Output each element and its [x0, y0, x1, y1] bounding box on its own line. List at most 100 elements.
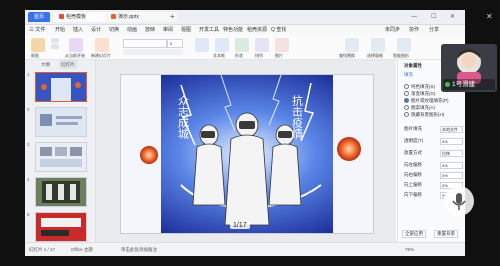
text-box-icon[interactable]: [215, 38, 229, 52]
row-label: 向左偏移: [404, 162, 422, 167]
tab-docer-templates[interactable]: 稻壳模板: [53, 12, 113, 22]
arrange-icon[interactable]: [255, 38, 269, 52]
notes-placeholder[interactable]: 单击此处添加备注: [121, 247, 157, 253]
option-picture-fill[interactable]: 图片或纹理填充(P): [404, 98, 449, 104]
menu-review[interactable]: 审阅: [163, 25, 173, 35]
align-buttons[interactable]: [195, 38, 209, 52]
participant-video-tile[interactable]: 1号滑建: [441, 44, 497, 92]
ribbon-toolbar: 粘贴 从当前开始 新建幻灯片 0 文本框 形状 排列 图片 查找替换 选择窗格 …: [25, 35, 465, 60]
zoom-level[interactable]: 75%: [405, 247, 414, 252]
find-replace-icon[interactable]: [345, 38, 359, 52]
microphone-button[interactable]: [444, 186, 474, 216]
thumbnail-slide-4[interactable]: [35, 177, 87, 207]
start-from-current-label: 从当前开始: [65, 53, 85, 58]
menu-file[interactable]: 三 文件: [29, 25, 45, 35]
thumbnail-slide-5[interactable]: [35, 212, 87, 242]
thumb-image: [36, 108, 86, 136]
pptx-file-icon: [111, 14, 116, 20]
transparency-input[interactable]: 0%: [440, 138, 463, 145]
thumbnail-header: 大纲 幻灯片: [25, 60, 95, 69]
offset-left-input[interactable]: 0%: [440, 162, 463, 169]
new-tab-button[interactable]: +: [170, 12, 175, 22]
thumbnail-slide-3[interactable]: [35, 142, 87, 172]
selection-pane-icon[interactable]: [371, 38, 385, 52]
option-pattern-fill[interactable]: 图案填充(A): [404, 105, 435, 111]
option-label: 图案填充(A): [411, 105, 435, 110]
paste-label: 粘贴: [31, 53, 39, 58]
mic-active-icon: [445, 81, 450, 87]
radio-icon: [404, 84, 409, 90]
text-box-label: 文本框: [213, 53, 225, 58]
menu-slideshow[interactable]: 放映: [145, 25, 155, 35]
row-label: 透明度(T): [404, 138, 424, 143]
current-slide[interactable]: 众志成城 抗击疫情: [120, 74, 374, 234]
menu-search[interactable]: Q 查找: [271, 25, 286, 35]
cut-icon[interactable]: [51, 38, 59, 43]
tab-presentation[interactable]: 演示.pptx: [105, 12, 177, 22]
status-bar: 幻灯片 1 / 17 Office 主题 单击此处添加备注 75%: [25, 242, 465, 256]
collab-button[interactable]: 协作: [409, 25, 419, 35]
share-button[interactable]: 分享: [429, 25, 439, 35]
microphone-icon: [452, 193, 466, 210]
font-size-select[interactable]: 0: [167, 39, 183, 48]
presentation-app-window: 首页 稻壳模板 演示.pptx + — ☐ ✕ 三 文件 开始 插入 设计 切换…: [25, 10, 465, 256]
apply-all-button[interactable]: 全部应用: [402, 230, 426, 238]
menu-developer[interactable]: 开发工具: [199, 25, 219, 35]
document-tabbar: 首页 稻壳模板 演示.pptx + — ☐ ✕: [25, 10, 465, 25]
font-name-select[interactable]: [123, 39, 167, 48]
menu-resources[interactable]: 稻壳资源: [247, 25, 267, 35]
menu-insert[interactable]: 插入: [73, 25, 83, 35]
radio-icon: [404, 105, 409, 111]
option-hide-bg[interactable]: 隐藏背景图形(H): [404, 112, 444, 118]
reset-background-button[interactable]: 重置背景: [434, 230, 458, 238]
menu-view[interactable]: 视图: [181, 25, 191, 35]
shape-icon[interactable]: [235, 38, 249, 52]
tab-label: 演示.pptx: [118, 14, 139, 20]
slide-left-title: 众志成城: [177, 95, 190, 139]
close-icon[interactable]: ✕: [486, 12, 493, 21]
menu-features[interactable]: 特色功能: [223, 25, 243, 35]
sync-status[interactable]: 未同步: [385, 25, 400, 35]
checkbox-icon: [404, 112, 409, 118]
tab-fill[interactable]: 填充: [404, 72, 413, 78]
picture-source-select[interactable]: 本地文件: [440, 126, 463, 133]
smart-graphic-icon[interactable]: [397, 38, 411, 52]
option-label: 隐藏背景图形(H): [411, 112, 445, 117]
row-label: 向上偏移: [404, 182, 422, 187]
copy-icon[interactable]: [51, 44, 59, 49]
thumb-number: 3: [27, 142, 30, 147]
window-controls[interactable]: — ☐ ✕: [411, 12, 461, 22]
option-label: 图片或纹理填充(P): [411, 98, 449, 103]
tab-home[interactable]: 首页: [28, 12, 50, 22]
new-slide-icon[interactable]: [95, 38, 109, 52]
radio-icon: [404, 91, 409, 97]
theme-name: Office 主题: [71, 247, 93, 252]
tab-label: 稻壳模板: [66, 14, 87, 20]
menu-design[interactable]: 设计: [91, 25, 101, 35]
smart-graphic-label: 智能图形: [393, 53, 409, 58]
menu-home[interactable]: 开始: [55, 25, 65, 35]
page-indicator: 1/17: [230, 222, 250, 229]
shape-label: 形状: [235, 53, 243, 58]
menu-transition[interactable]: 切换: [109, 25, 119, 35]
offset-right-input[interactable]: 0%: [440, 172, 463, 179]
tab-slides[interactable]: 幻灯片: [59, 60, 77, 69]
row-label: 图片填充: [404, 126, 422, 131]
picture-icon[interactable]: [275, 38, 289, 52]
paste-icon[interactable]: [31, 38, 45, 52]
option-gradient-fill[interactable]: 渐变填充(G): [404, 91, 436, 97]
thumbnail-slide-2[interactable]: [35, 107, 87, 137]
panel-title: 对象属性: [404, 63, 422, 68]
start-from-current-icon[interactable]: [69, 38, 83, 52]
tab-outline[interactable]: 大纲: [41, 60, 50, 69]
font-format-buttons[interactable]: [123, 49, 183, 55]
menu-animation[interactable]: 动画: [127, 25, 137, 35]
thumb-number: 5: [27, 212, 30, 217]
slide-count: 幻灯片 1 / 17: [29, 247, 56, 252]
thumbnail-slide-1[interactable]: [35, 72, 87, 102]
option-solid-fill[interactable]: 纯色填充(S): [404, 84, 435, 90]
placement-select[interactable]: 拉伸: [440, 150, 463, 157]
selection-pane-label: 选择窗格: [367, 53, 383, 58]
row-label: 放置方式: [404, 150, 422, 155]
thumb-image: [36, 143, 86, 171]
